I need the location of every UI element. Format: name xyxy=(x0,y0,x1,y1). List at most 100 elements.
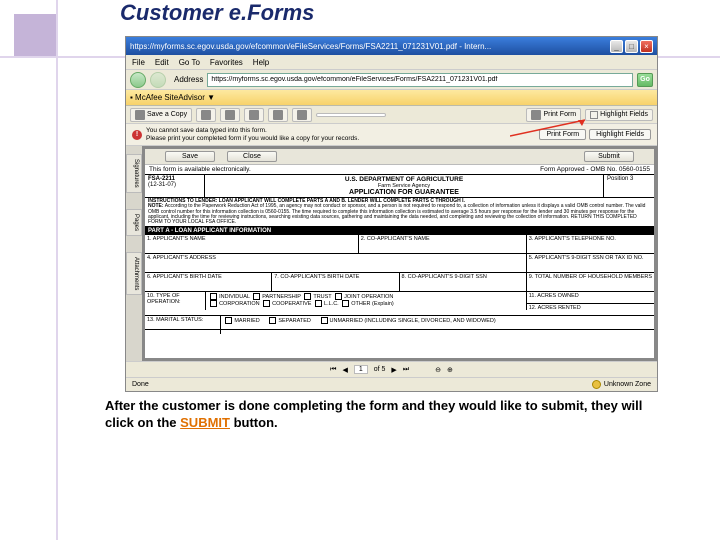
browser-title-bar: https://myforms.sc.egov.usda.gov/efcommo… xyxy=(126,37,657,55)
print-form-button-2[interactable]: Print Form xyxy=(539,129,586,140)
pdf-nav-bar: ⏮ ◀ 1 of 5 ▶ ⏭ ⊖ ⊕ xyxy=(126,361,657,377)
form-availability-text: This form is available electronically. xyxy=(149,166,251,173)
toolbar-email-button[interactable] xyxy=(220,108,240,122)
slide-caption: After the customer is done completing th… xyxy=(105,398,665,432)
warning-line2: Please print your completed form if you … xyxy=(146,135,535,142)
slide-title: Customer e.Forms xyxy=(120,0,314,26)
pdf-toolbar: Save a Copy Print Form Highlight Fields xyxy=(126,106,657,124)
tab-signatures[interactable]: Signatures xyxy=(126,154,142,193)
pdf-first-page[interactable]: ⏮ xyxy=(330,366,336,374)
pdf-document: Save Close Submit This form is available… xyxy=(145,149,654,358)
checkbox-joint[interactable] xyxy=(335,293,342,300)
checkbox-other[interactable] xyxy=(342,300,349,307)
pdf-warning-bar: ! You cannot save data typed into this f… xyxy=(126,124,657,146)
field-ssn[interactable]: 5. APPLICANT'S 9-DIGIT SSN OR TAX ID NO. xyxy=(527,254,654,272)
application-title: APPLICATION FOR GUARANTEE xyxy=(208,189,600,196)
status-text: Done xyxy=(132,381,149,388)
browser-nav-bar: Address Go xyxy=(126,70,657,90)
part-a-header: PART A - LOAN APPLICANT INFORMATION xyxy=(145,227,654,235)
forward-button[interactable] xyxy=(150,72,166,88)
field-address[interactable]: 4. APPLICANT'S ADDRESS xyxy=(145,254,527,272)
pdf-viewer: Signatures Pages Attachments Save Close … xyxy=(126,146,657,361)
tab-pages[interactable]: Pages xyxy=(126,209,142,236)
pdf-last-page[interactable]: ⏭ xyxy=(403,366,409,374)
submit-button[interactable]: Submit xyxy=(584,151,634,162)
checkbox-llc[interactable] xyxy=(315,300,322,307)
dept-name: U.S. DEPARTMENT OF AGRICULTURE xyxy=(208,176,600,183)
checkbox-individual[interactable] xyxy=(210,293,217,300)
highlight-fields-button-2[interactable]: Highlight Fields xyxy=(589,129,651,140)
position-label: Position 3 xyxy=(604,175,654,197)
menu-edit[interactable]: Edit xyxy=(155,58,169,67)
highlight-fields-button[interactable]: Highlight Fields xyxy=(585,109,653,121)
pdf-zoom-out[interactable]: ⊖ xyxy=(435,366,441,374)
caption-highlight: SUBMIT xyxy=(180,415,230,430)
form-row-1: 1. APPLICANT'S NAME 2. CO-APPLICANT'S NA… xyxy=(145,235,654,254)
pdf-zoom-in[interactable]: ⊕ xyxy=(447,366,453,374)
field-applicant-name[interactable]: 1. APPLICANT'S NAME xyxy=(145,235,359,253)
form-date: (12-31-07) xyxy=(148,182,201,188)
note-text: According to the Paperwork Reduction Act… xyxy=(148,203,645,225)
checkbox-cooperative[interactable] xyxy=(263,300,270,307)
field-household[interactable]: 9. TOTAL NUMBER OF HOUSEHOLD MEMBERS xyxy=(527,273,654,291)
save-copy-button[interactable]: Save a Copy xyxy=(130,108,192,122)
search-icon xyxy=(249,110,259,120)
mail-icon xyxy=(225,110,235,120)
address-input[interactable] xyxy=(207,73,633,87)
save-button[interactable]: Save xyxy=(165,151,215,162)
go-button[interactable]: Go xyxy=(637,73,653,87)
toolbar-select-button[interactable] xyxy=(292,108,312,122)
browser-window: https://myforms.sc.egov.usda.gov/efcommo… xyxy=(125,36,658,392)
search-field[interactable] xyxy=(316,113,386,117)
form-row-5: 13. MARITAL STATUS: MARRIED SEPARATED UN… xyxy=(145,316,654,330)
printer-icon xyxy=(531,110,541,120)
menu-help[interactable]: Help xyxy=(253,58,269,67)
pdf-prev-page[interactable]: ◀ xyxy=(342,366,347,374)
siteadvisor-label[interactable]: ▪ McAfee SiteAdvisor ▼ xyxy=(130,93,215,102)
omb-number: Form Approved - OMB No. 0560-0155 xyxy=(540,166,650,173)
siteadvisor-toolbar: ▪ McAfee SiteAdvisor ▼ xyxy=(126,90,657,106)
browser-status-bar: Done Unknown Zone xyxy=(126,377,657,391)
field-telephone[interactable]: 3. APPLICANT'S TELEPHONE NO. xyxy=(527,235,654,253)
checkbox-partnership[interactable] xyxy=(253,293,260,300)
checkbox-unmarried[interactable] xyxy=(321,317,328,324)
instructions-block: INSTRUCTIONS TO LENDER: LOAN APPLICANT W… xyxy=(145,198,654,227)
back-button[interactable] xyxy=(130,72,146,88)
close-form-button[interactable]: Close xyxy=(227,151,277,162)
select-icon xyxy=(297,110,307,120)
field-coapplicant-name[interactable]: 2. CO-APPLICANT'S NAME xyxy=(359,235,527,253)
checkbox-separated[interactable] xyxy=(269,317,276,324)
minimize-button[interactable]: _ xyxy=(610,40,623,53)
window-controls: _ □ × xyxy=(610,40,653,53)
field-birth-date[interactable]: 6. APPLICANT'S BIRTH DATE xyxy=(145,273,272,291)
form-row-3: 6. APPLICANT'S BIRTH DATE 7. CO-APPLICAN… xyxy=(145,273,654,292)
field-acres-owned[interactable]: 11. ACRES OWNED xyxy=(527,292,654,304)
maximize-button[interactable]: □ xyxy=(625,40,638,53)
print-form-button[interactable]: Print Form xyxy=(526,108,581,122)
toolbar-print-button[interactable] xyxy=(196,108,216,122)
checkbox-married[interactable] xyxy=(225,317,232,324)
field-acres-rented[interactable]: 12. ACRES RENTED xyxy=(527,304,654,316)
divider-vertical xyxy=(56,0,58,540)
pdf-next-page[interactable]: ▶ xyxy=(391,366,396,374)
menu-goto[interactable]: Go To xyxy=(179,58,200,67)
toolbar-search-button[interactable] xyxy=(244,108,264,122)
pdf-side-tabs: Signatures Pages Attachments xyxy=(126,146,142,361)
form-header: FSA-2211 (12-31-07) U.S. DEPARTMENT OF A… xyxy=(145,175,654,198)
checkbox-trust[interactable] xyxy=(304,293,311,300)
menu-favorites[interactable]: Favorites xyxy=(210,58,243,67)
disk-icon xyxy=(135,110,145,120)
toolbar-hand-button[interactable] xyxy=(268,108,288,122)
field-co-ssn[interactable]: 8. CO-APPLICANT'S 9-DIGIT SSN xyxy=(400,273,527,291)
pdf-page-input[interactable]: 1 xyxy=(354,365,368,374)
zone-icon xyxy=(592,380,601,389)
warning-icon: ! xyxy=(132,130,142,140)
menu-file[interactable]: File xyxy=(132,58,145,67)
checkbox-corporation[interactable] xyxy=(210,300,217,307)
hand-icon xyxy=(273,110,283,120)
field-co-birth-date[interactable]: 7. CO-APPLICANT'S BIRTH DATE xyxy=(272,273,399,291)
close-button[interactable]: × xyxy=(640,40,653,53)
slide-decoration xyxy=(0,0,120,540)
warning-line1: You cannot save data typed into this for… xyxy=(146,127,535,134)
tab-attachments[interactable]: Attachments xyxy=(126,252,142,295)
